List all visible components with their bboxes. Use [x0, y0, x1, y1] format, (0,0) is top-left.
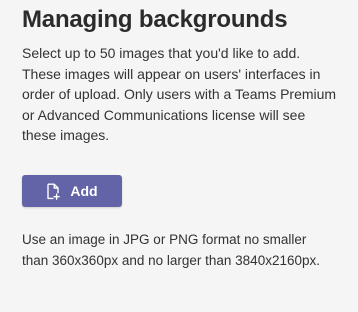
add-button[interactable]: Add — [22, 175, 122, 207]
description-text: Select up to 50 images that you'd like t… — [22, 45, 337, 143]
backgrounds-panel: Managing backgrounds Select up to 50 ima… — [0, 0, 358, 312]
page-title: Managing backgrounds — [22, 6, 288, 33]
add-button-label: Add — [70, 183, 98, 199]
format-note: Use an image in JPG or PNG format no sma… — [22, 232, 320, 268]
file-add-icon — [46, 183, 61, 200]
